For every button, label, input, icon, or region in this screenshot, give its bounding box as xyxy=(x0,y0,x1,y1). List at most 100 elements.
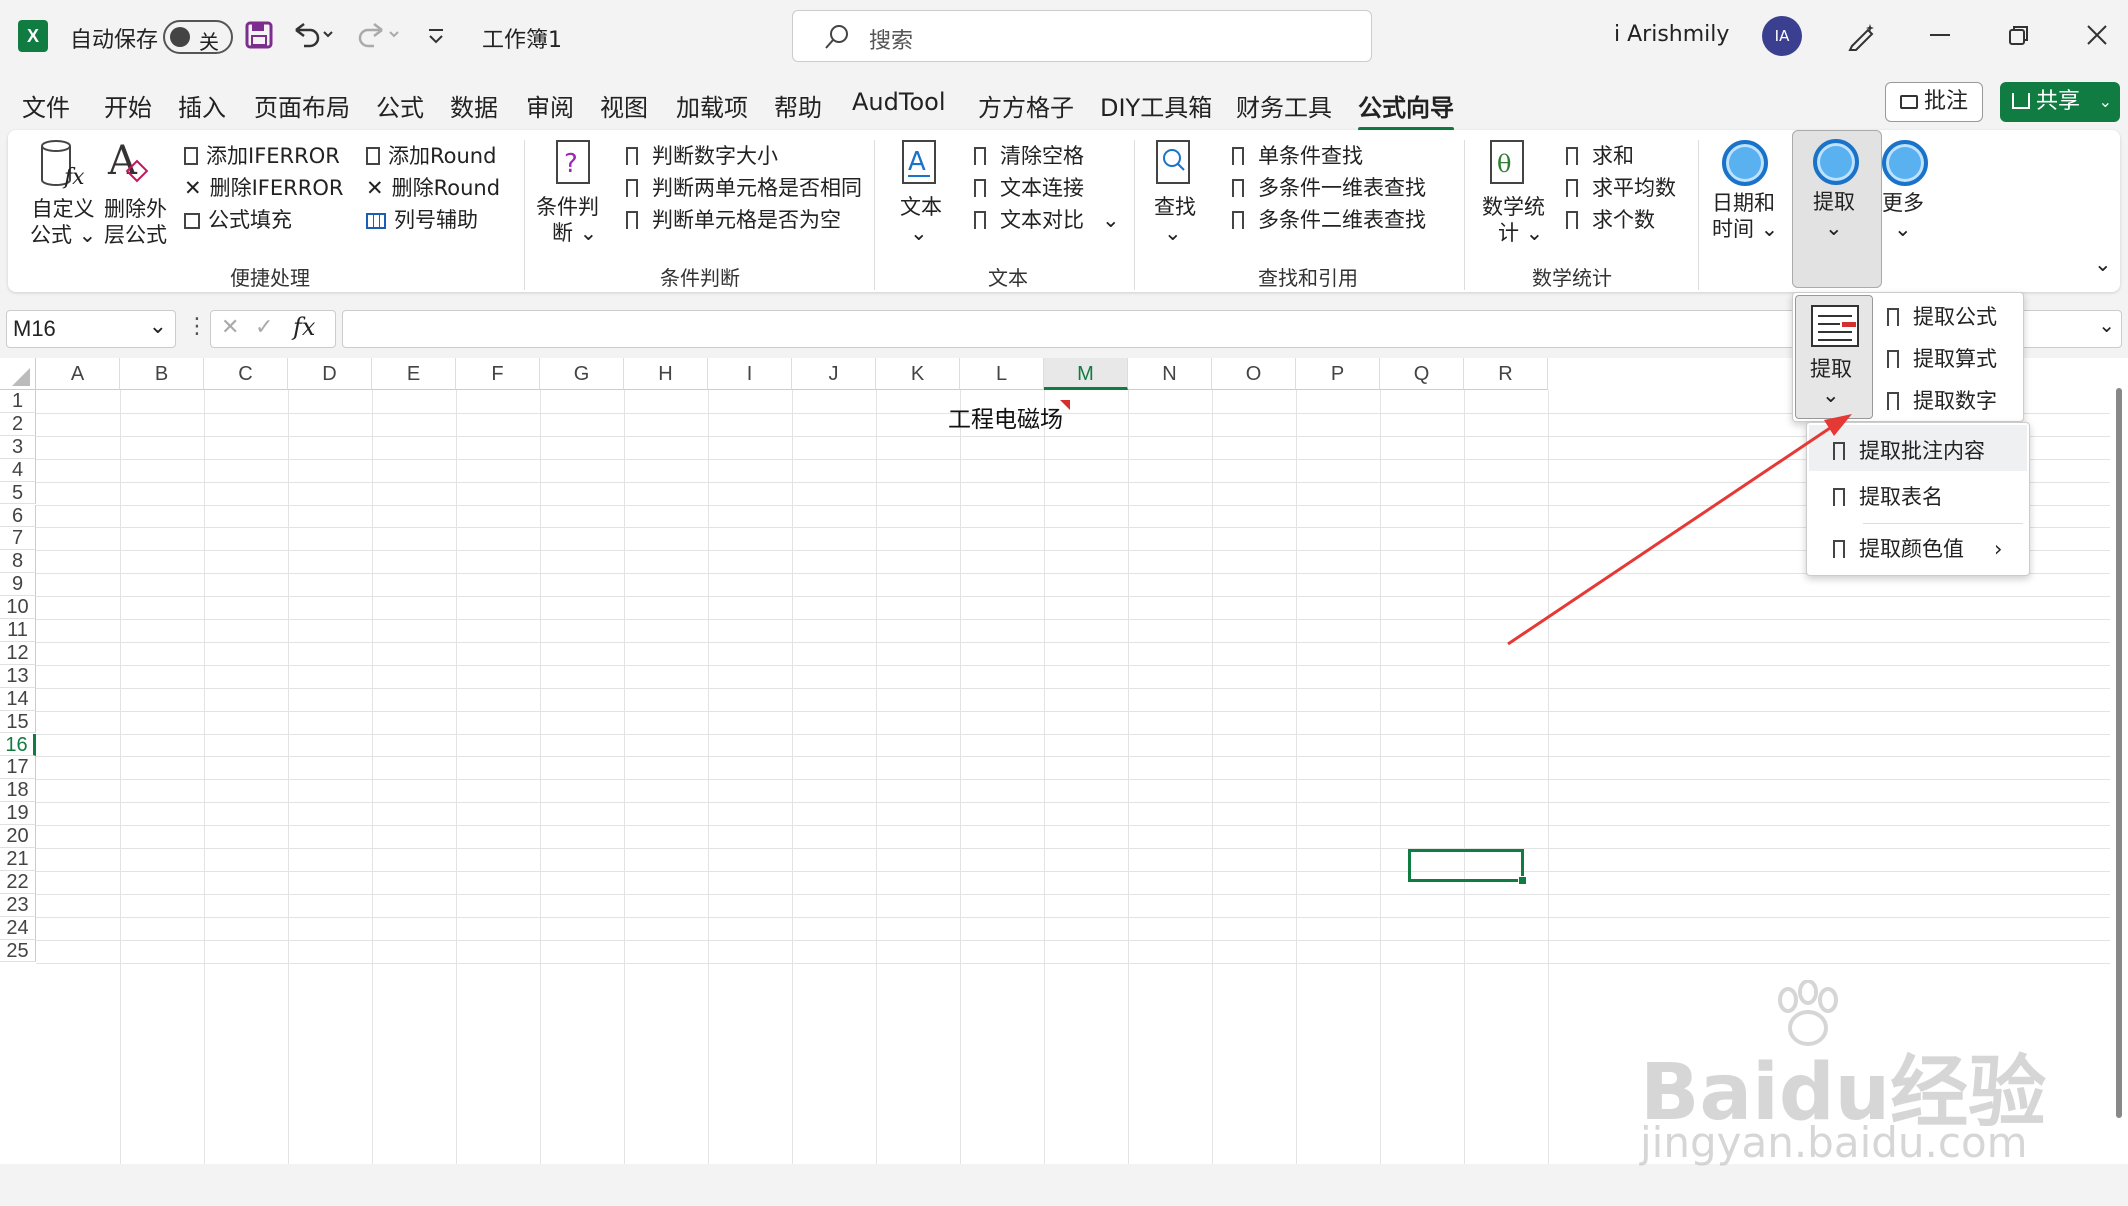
judge-same-button[interactable]: 判断两单元格是否相同 xyxy=(626,172,862,202)
confirm-icon[interactable]: ✓ xyxy=(255,315,273,340)
row-header-22[interactable]: 22 xyxy=(0,870,36,894)
row-header-9[interactable]: 9 xyxy=(0,573,36,597)
custom-formula-button[interactable]: 自定义 公式 ⌄ xyxy=(30,196,96,248)
column-header-f[interactable]: F xyxy=(456,358,540,390)
expand-formula-icon[interactable]: ⌄ xyxy=(2098,313,2115,337)
chevron-down-icon[interactable]: ⌄ xyxy=(2099,82,2112,122)
column-header-m[interactable]: M xyxy=(1044,358,1128,390)
tab-formula-wizard[interactable]: 公式向导 xyxy=(1358,88,1454,131)
row-header-18[interactable]: 18 xyxy=(0,779,36,803)
cancel-icon[interactable]: ✕ xyxy=(221,315,239,340)
extract-formula-item[interactable]: 提取公式 xyxy=(1887,301,1997,331)
col-assist-button[interactable]: 列号辅助 xyxy=(366,204,478,234)
row-header-4[interactable]: 4 xyxy=(0,458,36,482)
column-header-j[interactable]: J xyxy=(792,358,876,390)
extract-number-item[interactable]: 提取数字 xyxy=(1887,385,1997,415)
tab-help[interactable]: 帮助 xyxy=(774,88,822,123)
column-header-p[interactable]: P xyxy=(1296,358,1380,390)
cell-i6[interactable]: 工程电磁场 xyxy=(948,400,1063,434)
column-header-c[interactable]: C xyxy=(204,358,288,390)
row-header-2[interactable]: 2 xyxy=(0,412,36,436)
extract-sheet-name-item[interactable]: 提取表名 xyxy=(1833,481,1943,511)
tab-finance-tools[interactable]: 财务工具 xyxy=(1236,88,1332,123)
column-header-i[interactable]: I xyxy=(708,358,792,390)
share-button[interactable]: 共享 ⌄ xyxy=(2000,82,2120,122)
row-header-16[interactable]: 16 xyxy=(0,733,36,757)
row-header-8[interactable]: 8 xyxy=(0,550,36,574)
del-round-button[interactable]: ✕ 删除Round xyxy=(366,172,500,202)
selected-cell-m16[interactable] xyxy=(1408,849,1527,885)
tab-diy-toolbox[interactable]: DIY工具箱 xyxy=(1100,88,1212,123)
add-iferror-button[interactable]: 添加IFERROR xyxy=(184,140,340,170)
extract-button[interactable]: 提取 ⌄ xyxy=(1792,130,1882,288)
scroll-thumb[interactable] xyxy=(2116,388,2122,1118)
multi-2d-button[interactable]: 多条件二维表查找 xyxy=(1232,204,1426,234)
text-join-button[interactable]: 文本连接 xyxy=(974,172,1084,202)
row-header-15[interactable]: 15 xyxy=(0,710,36,734)
tab-page-layout[interactable]: 页面布局 xyxy=(254,88,350,123)
pen-icon[interactable] xyxy=(1846,20,1878,52)
tab-data[interactable]: 数据 xyxy=(450,88,498,123)
vertical-scrollbar[interactable] xyxy=(2110,358,2128,1164)
math-button[interactable]: 数学统 计 ⌄ xyxy=(1482,194,1545,246)
date-time-button[interactable]: 日期和 时间 ⌄ xyxy=(1712,190,1778,242)
row-header-3[interactable]: 3 xyxy=(0,435,36,459)
judge-num-button[interactable]: 判断数字大小 xyxy=(626,140,778,170)
row-header-23[interactable]: 23 xyxy=(0,893,36,917)
row-header-7[interactable]: 7 xyxy=(0,527,36,551)
avatar[interactable]: IA xyxy=(1762,16,1802,56)
row-header-17[interactable]: 17 xyxy=(0,756,36,780)
restore-icon[interactable] xyxy=(2008,24,2030,46)
text-button[interactable]: 文本 ⌄ xyxy=(900,194,942,246)
single-find-button[interactable]: 单条件查找 xyxy=(1232,140,1363,170)
row-header-19[interactable]: 19 xyxy=(0,802,36,826)
count-button[interactable]: 求个数 xyxy=(1566,204,1655,234)
customize-qat-icon[interactable] xyxy=(426,26,446,46)
column-header-l[interactable]: L xyxy=(960,358,1044,390)
collapse-ribbon-icon[interactable]: ⌄ xyxy=(2094,252,2112,276)
tab-insert[interactable]: 插入 xyxy=(178,88,226,123)
column-header-q[interactable]: Q xyxy=(1380,358,1464,390)
autosave-toggle[interactable]: 关 xyxy=(163,20,233,54)
search-input[interactable]: 搜索 xyxy=(792,10,1372,62)
tab-formulas[interactable]: 公式 xyxy=(376,88,424,123)
avg-button[interactable]: 求平均数 xyxy=(1566,172,1676,202)
extract-color-item[interactable]: 提取颜色值 › xyxy=(1833,533,2002,563)
row-header-24[interactable]: 24 xyxy=(0,916,36,940)
column-header-e[interactable]: E xyxy=(372,358,456,390)
tab-view[interactable]: 视图 xyxy=(600,88,648,123)
column-header-b[interactable]: B xyxy=(120,358,204,390)
row-header-6[interactable]: 6 xyxy=(0,504,36,528)
row-header-11[interactable]: 11 xyxy=(0,619,36,642)
row-header-21[interactable]: 21 xyxy=(0,848,36,871)
judge-empty-button[interactable]: 判断单元格是否为空 xyxy=(626,204,841,234)
tab-review[interactable]: 审阅 xyxy=(526,88,574,123)
column-header-h[interactable]: H xyxy=(624,358,708,390)
row-header-12[interactable]: 12 xyxy=(0,641,36,665)
row-header-25[interactable]: 25 xyxy=(0,939,36,963)
more-options-icon[interactable]: ⋮ xyxy=(186,314,208,339)
clear-space-button[interactable]: 清除空格 xyxy=(974,140,1084,170)
row-header-10[interactable]: 10 xyxy=(0,596,36,619)
tab-audtool[interactable]: AudTool xyxy=(852,88,945,116)
extract-expression-item[interactable]: 提取算式 xyxy=(1887,343,1997,373)
column-header-d[interactable]: D xyxy=(288,358,372,390)
row-header-5[interactable]: 5 xyxy=(0,481,36,505)
tab-file[interactable]: 文件 xyxy=(22,88,70,123)
tab-fangfang[interactable]: 方方格子 xyxy=(978,88,1074,123)
find-button[interactable]: 查找 ⌄ xyxy=(1154,194,1196,246)
undo-icon[interactable] xyxy=(290,20,334,50)
name-box[interactable]: M16 ⌄ xyxy=(6,310,176,348)
multi-1d-button[interactable]: 多条件一维表查找 xyxy=(1232,172,1426,202)
cond-judge-button[interactable]: 条件判 断 ⌄ xyxy=(536,194,599,246)
tab-addins[interactable]: 加载项 xyxy=(676,88,748,123)
column-header-r[interactable]: R xyxy=(1464,358,1548,390)
user-name[interactable]: i Arishmily xyxy=(1614,22,1729,47)
row-header-13[interactable]: 13 xyxy=(0,664,36,688)
del-iferror-button[interactable]: ✕ 删除IFERROR xyxy=(184,172,343,202)
extract-big-button[interactable]: 提取 ⌄ xyxy=(1795,295,1873,419)
more-button[interactable]: 更多 ⌄ xyxy=(1882,190,1924,242)
save-icon[interactable] xyxy=(244,20,274,50)
insert-function-icon[interactable]: fx xyxy=(293,313,315,341)
tab-home[interactable]: 开始 xyxy=(104,88,152,123)
